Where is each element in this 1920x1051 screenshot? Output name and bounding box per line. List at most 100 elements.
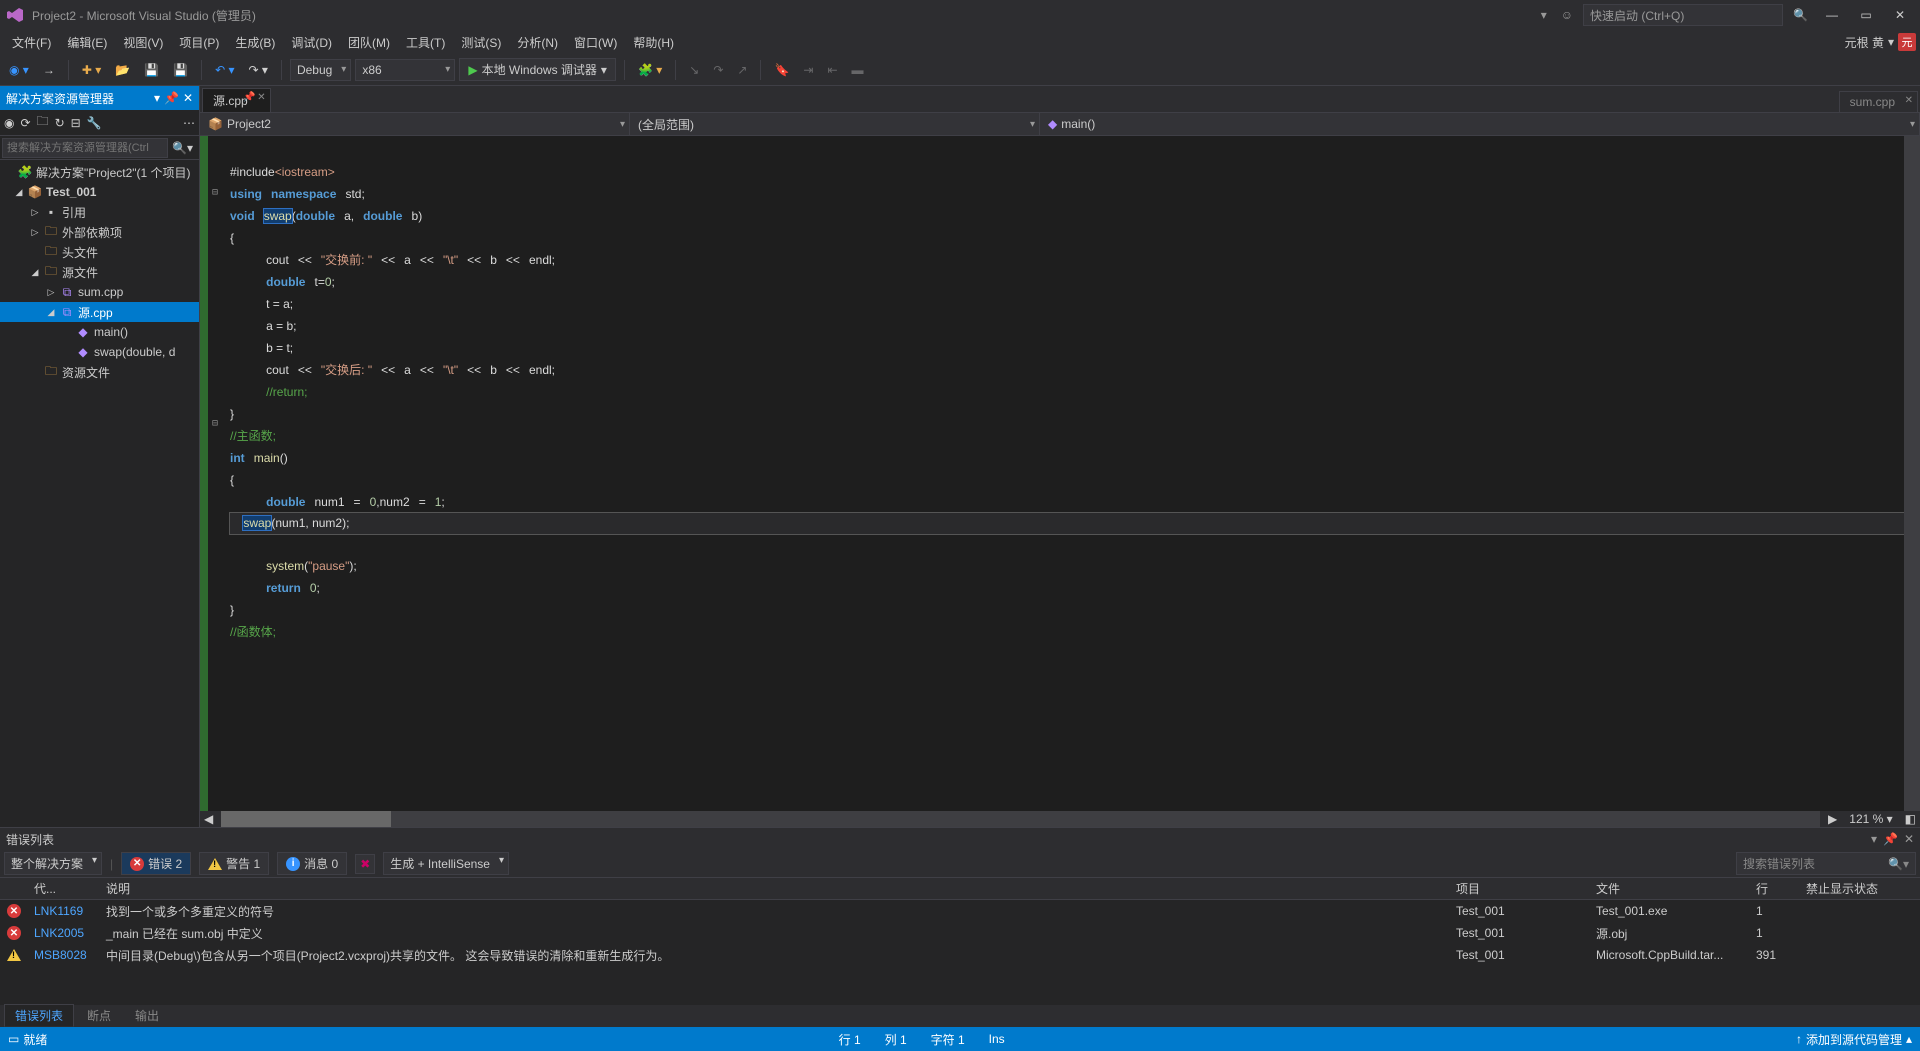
external-deps-node[interactable]: ▷🗀外部依赖项 (0, 222, 199, 242)
menu-project[interactable]: 项目(P) (171, 32, 227, 53)
messages-filter-button[interactable]: i消息 0 (277, 852, 347, 875)
quick-launch-input[interactable]: 快速启动 (Ctrl+Q) (1583, 4, 1783, 26)
hdr-file[interactable]: 文件 (1590, 880, 1750, 897)
panel-close-icon[interactable]: ✕ (1904, 832, 1914, 846)
references-node[interactable]: ▷▪引用 (0, 202, 199, 222)
menu-tools[interactable]: 工具(T) (398, 32, 453, 53)
close-button[interactable]: ✕ (1886, 5, 1914, 25)
build-filter-dropdown[interactable]: 生成 + IntelliSense (383, 852, 509, 875)
hdr-proj[interactable]: 项目 (1450, 880, 1590, 897)
symbol-main[interactable]: ◆main() (0, 322, 199, 342)
panel-pin-icon[interactable]: 📌 (1883, 832, 1898, 846)
search-icon[interactable]: 🔍▾ (168, 141, 197, 155)
error-row[interactable]: ✕ LNK2005 _main 已经在 sum.obj 中定义 Test_001… (0, 922, 1920, 944)
clear-filter-button[interactable]: ✖ (355, 854, 375, 874)
hdr-sup[interactable]: 禁止显示状态 (1800, 880, 1920, 897)
tab-close-icon[interactable]: ✕ (257, 92, 265, 103)
user-account[interactable]: 元根 黄 ▾ 元 (1845, 33, 1916, 51)
menu-build[interactable]: 生成(B) (227, 32, 283, 53)
file-sum-cpp[interactable]: ▷⧉sum.cpp (0, 282, 199, 302)
save-button[interactable]: 💾 (139, 60, 164, 80)
scope-project-label: Project2 (227, 117, 271, 131)
solution-config-dropdown[interactable]: Debug (290, 59, 351, 81)
project-node[interactable]: ◢📦Test_001 (0, 182, 199, 202)
notifications-icon[interactable]: ▾ (1537, 8, 1551, 22)
source-control-button[interactable]: ↑ 添加到源代码管理 ▴ (1796, 1031, 1912, 1048)
zoom-dropdown[interactable]: 121 % ▾ (1841, 812, 1900, 826)
panel-close-icon[interactable]: ✕ (183, 91, 193, 105)
panel-dropdown-icon[interactable]: ▾ (154, 91, 160, 105)
redo-button[interactable]: ↷ ▾ (244, 60, 273, 80)
scope-member-dropdown[interactable]: ◆main() (1040, 112, 1920, 136)
nav-fwd-button[interactable]: → (38, 60, 60, 80)
tab-pin-icon[interactable]: 📌 (243, 92, 255, 103)
menu-view[interactable]: 视图(V) (115, 32, 171, 53)
scope-project-dropdown[interactable]: 📦Project2 (200, 112, 630, 136)
menu-test[interactable]: 测试(S) (453, 32, 509, 53)
bookmark-button[interactable]: 🔖 (769, 60, 794, 80)
warnings-filter-button[interactable]: 警告 1 (199, 852, 269, 875)
fold-column[interactable]: ⊟⊟ (208, 136, 222, 811)
panel-dropdown-icon[interactable]: ▾ (1871, 832, 1877, 846)
minimize-button[interactable]: — (1818, 5, 1846, 25)
tab-sum-close-icon[interactable]: ✕ (1905, 95, 1913, 106)
error-grid-header[interactable]: 代... 说明 项目 文件 行 禁止显示状态 (0, 878, 1920, 900)
undo-button[interactable]: ↶ ▾ (210, 60, 239, 80)
vertical-scrollbar[interactable] (1904, 136, 1920, 811)
menu-debug[interactable]: 调试(D) (283, 32, 340, 53)
scope-type-dropdown[interactable]: (全局范围) (630, 112, 1040, 136)
menu-file[interactable]: 文件(F) (4, 32, 59, 53)
solution-node[interactable]: 🧩解决方案"Project2"(1 个项目) (0, 162, 199, 182)
sp-home-icon[interactable]: ◉ (4, 116, 14, 130)
error-scope-dropdown[interactable]: 整个解决方案 (4, 852, 102, 875)
sp-more-icon[interactable]: ⋯ (183, 116, 195, 130)
menu-window[interactable]: 窗口(W) (566, 32, 625, 53)
solution-platform-dropdown[interactable]: x86 (355, 59, 455, 81)
solution-explorer-search-input[interactable] (2, 138, 168, 158)
new-project-button[interactable]: ✚ ▾ (77, 60, 106, 80)
tab-breakpoints[interactable]: 断点 (76, 1004, 122, 1027)
search-icon[interactable]: 🔍 (1789, 8, 1812, 22)
errors-filter-button[interactable]: ✕错误 2 (121, 852, 191, 875)
sp-collapse-icon[interactable]: ⊟ (71, 116, 81, 130)
open-button[interactable]: 📂 (110, 60, 135, 80)
error-row[interactable]: ✕ LNK1169 找到一个或多个多重定义的符号 Test_001 Test_0… (0, 900, 1920, 922)
tab-active[interactable]: 源.cpp📌✕ (202, 88, 271, 112)
tab-sum[interactable]: sum.cpp✕ (1839, 91, 1918, 112)
resource-files-node[interactable]: 🗀资源文件 (0, 362, 199, 382)
error-row[interactable]: MSB8028 中间目录(Debug\)包含从另一个项目(Project2.vc… (0, 944, 1920, 966)
start-debug-button[interactable]: ▶ 本地 Windows 调试器 ▾ (459, 58, 616, 81)
step-over-button: ↷ (708, 60, 728, 80)
hdr-line[interactable]: 行 (1750, 880, 1800, 897)
split-icon[interactable]: ◧ (1901, 812, 1920, 826)
error-search-input[interactable]: 搜索错误列表🔍▾ (1736, 852, 1916, 875)
menu-edit[interactable]: 编辑(E) (59, 32, 115, 53)
nav-back-button[interactable]: ◉ ▾ (4, 60, 34, 80)
code-editor[interactable]: ⊟⊟ #include<iostream> using namespace st… (200, 136, 1920, 811)
menu-team[interactable]: 团队(M) (340, 32, 398, 53)
sp-sync-icon[interactable]: ⟳ (20, 116, 30, 130)
tab-output[interactable]: 输出 (124, 1004, 170, 1027)
save-all-button[interactable]: 💾 (168, 60, 193, 80)
hscroll-right-icon[interactable]: ▶ (1824, 812, 1841, 826)
symbol-swap[interactable]: ◆swap(double, d (0, 342, 199, 362)
source-files-node[interactable]: ◢🗀源文件 (0, 262, 199, 282)
menu-analyze[interactable]: 分析(N) (509, 32, 566, 53)
hdr-desc[interactable]: 说明 (100, 880, 1450, 897)
feedback-icon[interactable]: ☺ (1557, 8, 1577, 22)
hdr-code[interactable]: 代... (28, 880, 100, 897)
code-content[interactable]: #include<iostream> using namespace std; … (222, 136, 1904, 811)
hscroll-thumb[interactable] (221, 811, 391, 827)
horizontal-scrollbar[interactable] (221, 811, 1820, 827)
panel-pin-icon[interactable]: 📌 (164, 91, 179, 105)
sp-properties-icon[interactable]: 🔧 (87, 116, 102, 130)
tab-error-list[interactable]: 错误列表 (4, 1004, 74, 1027)
extensions-button[interactable]: 🧩 ▾ (633, 60, 667, 80)
sp-refresh-icon[interactable]: ↻ (55, 116, 65, 130)
headers-node[interactable]: 🗀头文件 (0, 242, 199, 262)
file-yuan-cpp[interactable]: ◢⧉源.cpp (0, 302, 199, 322)
menu-help[interactable]: 帮助(H) (625, 32, 682, 53)
maximize-button[interactable]: ▭ (1852, 5, 1880, 25)
hscroll-left-icon[interactable]: ◀ (200, 812, 217, 826)
sp-showall-icon[interactable]: 🗀 (37, 112, 49, 133)
